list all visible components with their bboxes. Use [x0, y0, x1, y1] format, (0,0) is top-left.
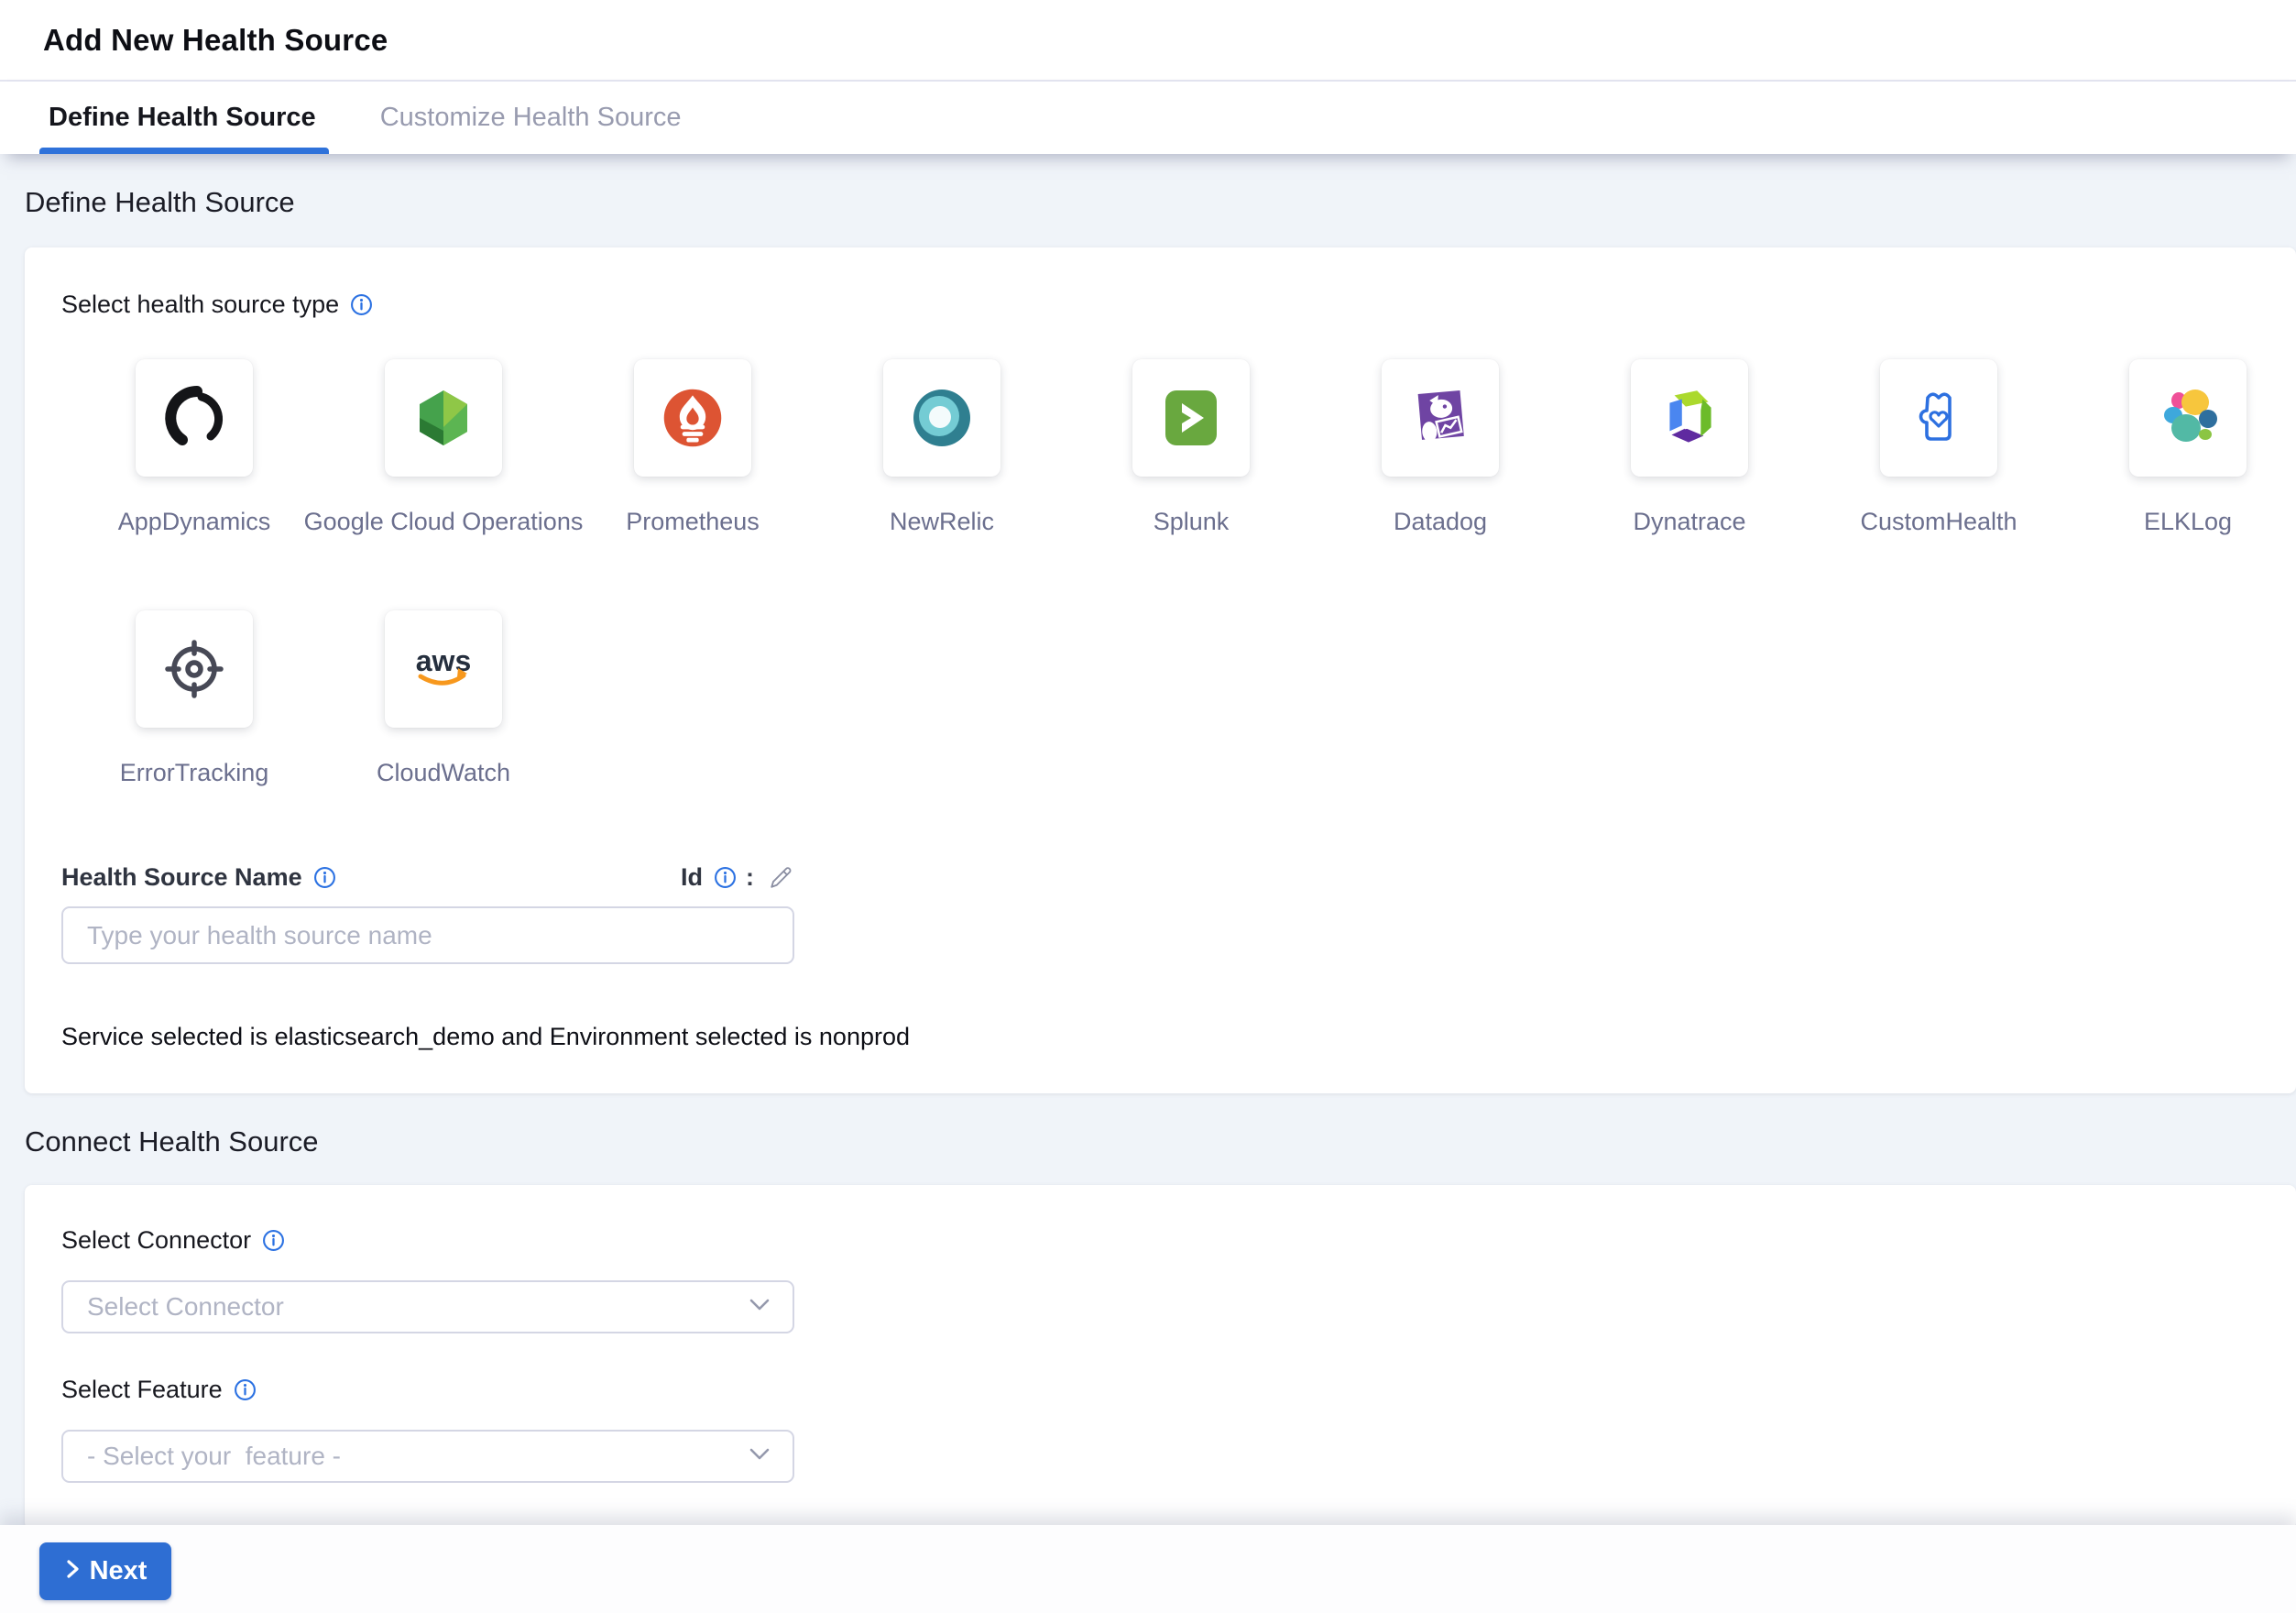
splunk-icon — [1132, 359, 1250, 477]
feature-select-placeholder: - Select your feature - — [87, 1442, 341, 1471]
health-source-tile-datadog[interactable]: Datadog — [1382, 359, 1499, 535]
edit-id-button[interactable] — [767, 864, 794, 892]
define-health-source-card: Select health source type AppDynamics Goo… — [25, 247, 2296, 1093]
errortracking-icon — [136, 610, 253, 728]
health-source-tile-splunk[interactable]: Splunk — [1132, 359, 1250, 535]
health-source-tile-appdynamics[interactable]: AppDynamics — [136, 359, 253, 535]
elklog-icon — [2129, 359, 2247, 477]
feature-select[interactable]: - Select your feature - — [61, 1430, 794, 1483]
health-source-tile-customhealth[interactable]: CustomHealth — [1880, 359, 1997, 535]
select-type-label: Select health source type — [61, 291, 339, 319]
dynatrace-icon — [1631, 359, 1748, 477]
service-environment-note: Service selected is elasticsearch_demo a… — [61, 1023, 2259, 1051]
prometheus-icon — [634, 359, 751, 477]
connector-select-placeholder: Select Connector — [87, 1292, 284, 1322]
health-source-tile-label: Google Cloud Operations — [385, 508, 502, 535]
google-cloud-operations-icon — [385, 359, 502, 477]
chevron-down-icon — [749, 1447, 771, 1465]
health-source-tile-dynatrace[interactable]: Dynatrace — [1631, 359, 1748, 535]
chevron-down-icon — [749, 1298, 771, 1316]
add-health-source-dialog: Add New Health Source Define Health Sour… — [0, 0, 2296, 1613]
health-source-tile-label: Splunk — [1132, 508, 1250, 535]
health-source-tile-label: Prometheus — [634, 508, 751, 535]
health-source-tile-errortracking[interactable]: ErrorTracking — [136, 610, 253, 786]
tab-define-health-source[interactable]: Define Health Source — [30, 82, 334, 154]
connect-section-heading: Connect Health Source — [25, 1125, 2296, 1159]
health-source-tile-label: NewRelic — [883, 508, 1000, 535]
select-connector-label: Select Connector — [61, 1226, 251, 1255]
health-source-tile-prometheus[interactable]: Prometheus — [634, 359, 751, 535]
dialog-body: Define Health Source Select health sourc… — [0, 185, 2296, 1530]
id-label: Id — [681, 863, 703, 892]
next-button-label: Next — [90, 1556, 148, 1586]
info-icon[interactable] — [262, 1229, 285, 1252]
health-source-tile-label: CloudWatch — [385, 759, 502, 786]
info-icon[interactable] — [714, 866, 737, 889]
customhealth-icon — [1880, 359, 1997, 477]
tab-label: Customize Health Source — [380, 103, 682, 133]
connector-select[interactable]: Select Connector — [61, 1280, 794, 1333]
id-separator: : — [746, 863, 754, 892]
health-source-tile-label: Dynatrace — [1631, 508, 1748, 535]
tab-bar: Define Health Source Customize Health So… — [0, 82, 2296, 154]
connect-health-source-card: Select Connector Select Connector Select… — [25, 1185, 2296, 1530]
datadog-icon — [1382, 359, 1499, 477]
health-source-tile-cloudwatch[interactable]: aws CloudWatch — [385, 610, 502, 786]
info-icon[interactable] — [350, 293, 373, 316]
health-source-tile-google-cloud-operations[interactable]: Google Cloud Operations — [385, 359, 502, 535]
footer-bar: Next — [0, 1525, 2296, 1613]
select-feature-label: Select Feature — [61, 1376, 223, 1404]
health-source-tile-label: ErrorTracking — [136, 759, 253, 786]
dialog-header: Add New Health Source — [0, 0, 2296, 82]
tab-label: Define Health Source — [49, 103, 316, 133]
chevron-right-icon — [64, 1556, 81, 1586]
health-source-name-input[interactable] — [61, 906, 794, 964]
health-source-type-grid: AppDynamics Google Cloud Operations Promet… — [136, 359, 2259, 786]
health-source-tile-newrelic[interactable]: NewRelic — [883, 359, 1000, 535]
tab-customize-health-source[interactable]: Customize Health Source — [362, 82, 700, 154]
info-icon[interactable] — [234, 1378, 257, 1401]
health-source-tile-label: AppDynamics — [136, 508, 253, 535]
newrelic-icon — [883, 359, 1000, 477]
health-source-name-label: Health Source Name — [61, 863, 302, 892]
page-title: Add New Health Source — [43, 23, 388, 58]
health-source-tile-label: ELKLog — [2129, 508, 2247, 535]
next-button[interactable]: Next — [39, 1542, 171, 1600]
cloudwatch-icon: aws — [385, 610, 502, 728]
health-source-tile-elklog[interactable]: ELKLog — [2129, 359, 2247, 535]
appdynamics-icon — [136, 359, 253, 477]
define-section-heading: Define Health Source — [25, 185, 2296, 220]
health-source-tile-label: Datadog — [1382, 508, 1499, 535]
health-source-tile-label: CustomHealth — [1880, 508, 1997, 535]
info-icon[interactable] — [313, 866, 336, 889]
identifier-group: Id : — [681, 863, 794, 892]
